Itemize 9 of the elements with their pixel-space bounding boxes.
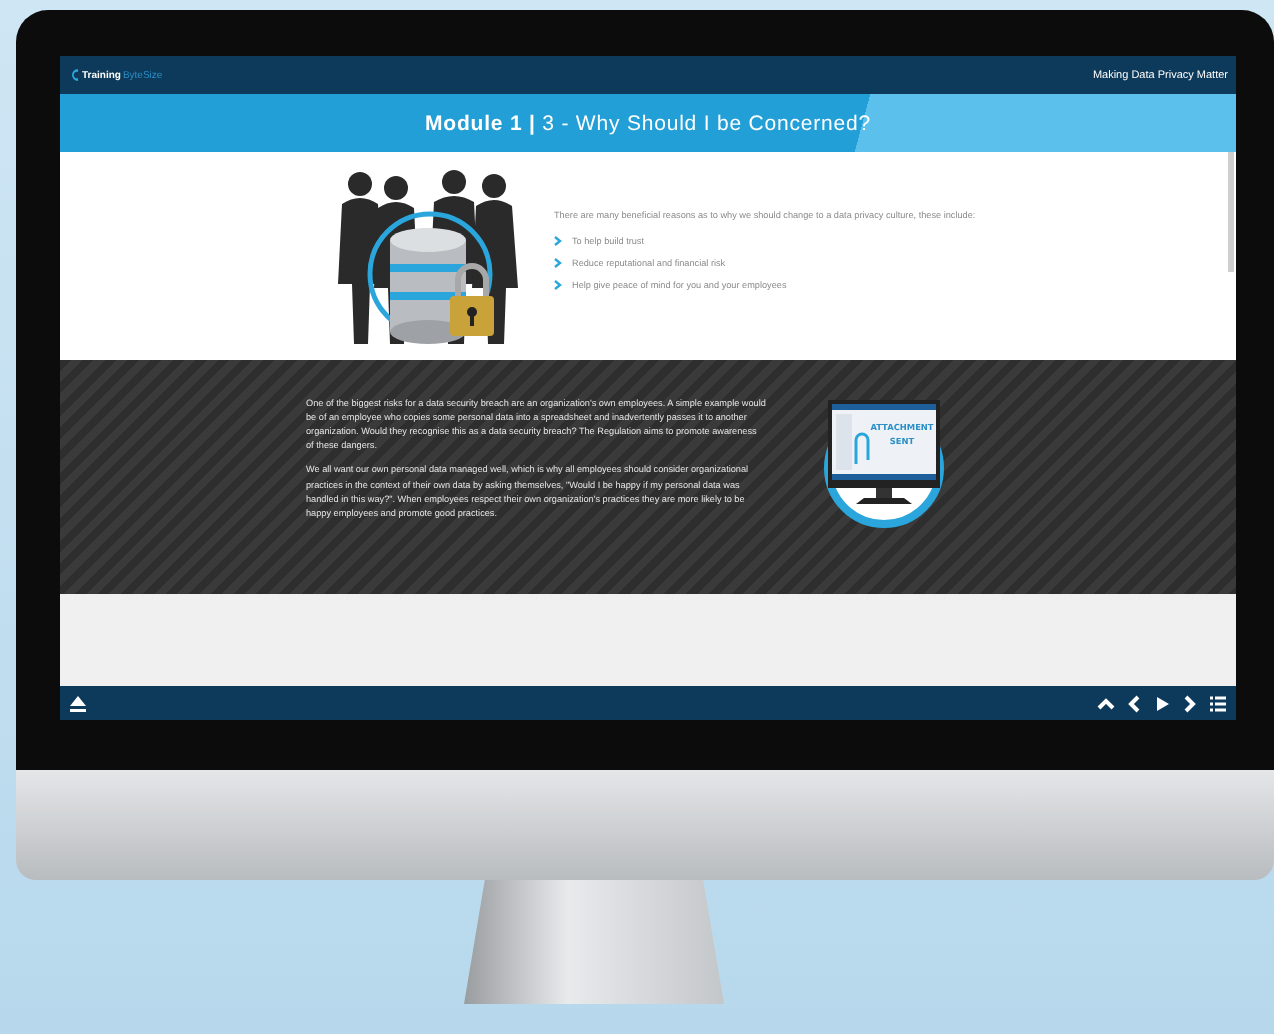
caret-up-icon[interactable]	[1096, 693, 1116, 713]
module-title: Module 1 | 3 - Why Should I be Concerned?	[424, 111, 871, 135]
chevron-right-icon[interactable]	[1180, 693, 1200, 713]
logo-icon	[68, 68, 80, 82]
menu-icon[interactable]	[1208, 693, 1228, 713]
play-icon[interactable]	[1152, 693, 1172, 713]
eject-icon[interactable]	[68, 693, 88, 713]
scrollbar	[1228, 152, 1234, 272]
chevron-left-icon[interactable]	[1124, 693, 1144, 713]
